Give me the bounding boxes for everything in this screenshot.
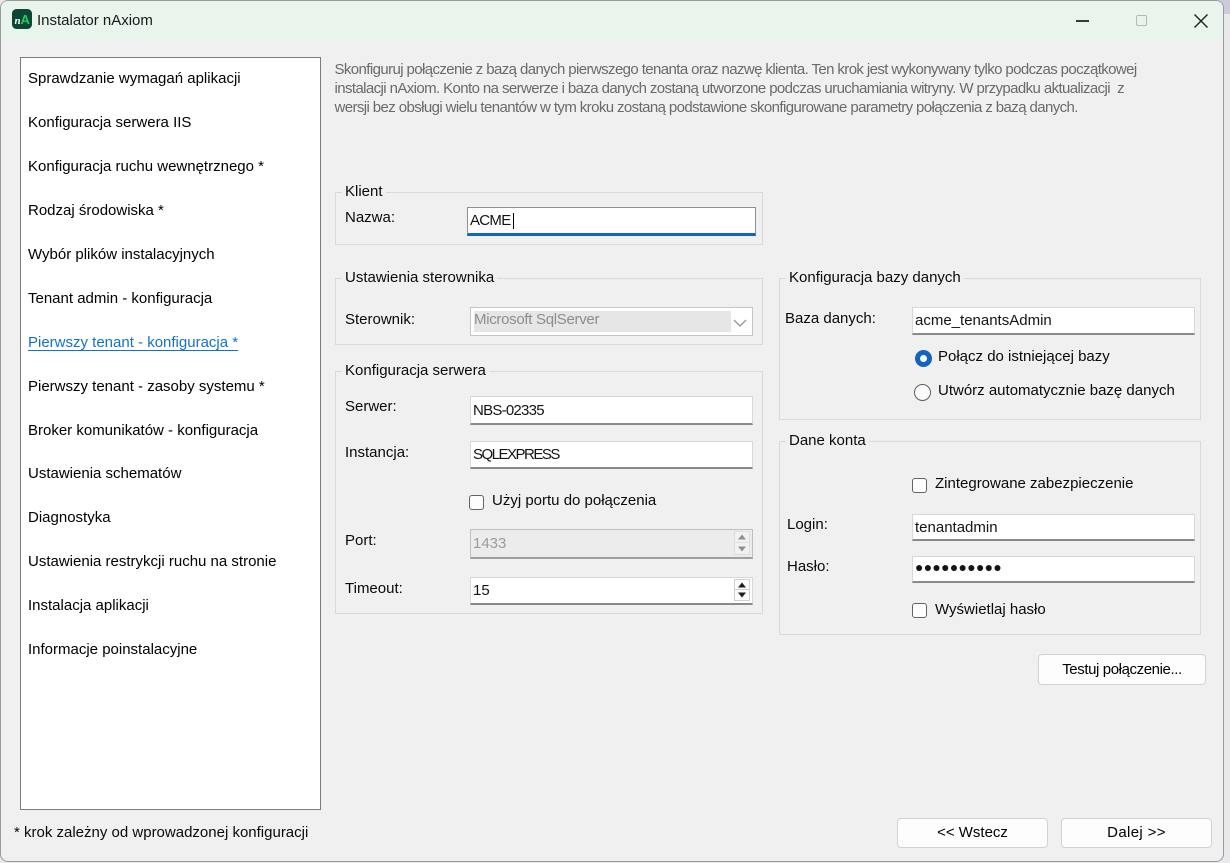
svg-text:A: A [21,12,31,27]
